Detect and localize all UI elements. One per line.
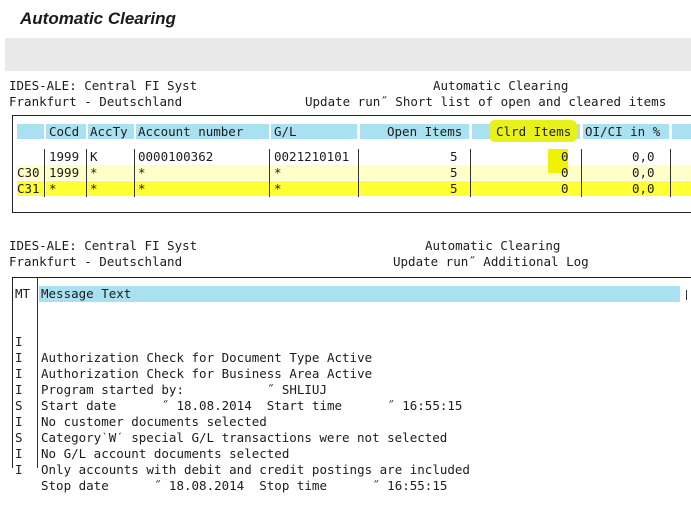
log-line: I CategoryˋWˊ special G/L transactions w…	[13, 398, 447, 445]
col-accty[interactable]: AccTy	[90, 124, 128, 140]
col-gl[interactable]: G/L	[274, 124, 297, 140]
header-mark-cell	[17, 124, 44, 139]
col-message-text[interactable]: Message Text	[41, 286, 131, 302]
log-line: S No G/L account documents selected	[13, 414, 289, 461]
row-3-pct: 0,0	[632, 181, 655, 196]
log-line: I Stop date ˝ 18.08.2014 Stop time ˝ 16:…	[13, 446, 447, 493]
sep	[86, 149, 87, 197]
row-1-accty: K	[90, 149, 98, 164]
log-line: I Authorization Check for Document Type …	[13, 318, 372, 365]
row-2-open: 5	[450, 165, 458, 180]
row-2-account: *	[138, 165, 146, 180]
col-clrd-items[interactable]: Clrd Items	[496, 124, 571, 140]
page-title: Automatic Clearing	[20, 9, 176, 28]
log-header-right-1: Automatic Clearing	[425, 238, 561, 253]
log-text: Stop date ˝ 18.08.2014 Stop time ˝ 16:55…	[41, 478, 448, 493]
message-text-header-bg	[39, 286, 680, 302]
col-account-number[interactable]: Account number	[138, 124, 243, 140]
header-extra-bg	[672, 124, 691, 139]
additional-log-table: MT Message Text I Authorization Check fo…	[12, 277, 691, 493]
row-3-clrd: 0	[561, 181, 569, 196]
row-2-cocd: 1999	[49, 165, 80, 180]
log-line: I Authorization Check for Business Area …	[13, 334, 372, 381]
log-line: I Only accounts with debit and credit po…	[13, 430, 470, 477]
log-line: I Start date ˝ 18.08.2014 Start time ˝ 1…	[13, 366, 462, 413]
report-header-right-2: Update run˝ Short list of open and clear…	[305, 94, 667, 109]
row-3-account: *	[138, 181, 146, 196]
log-header-left-1: IDES-ALE: Central FI Syst	[9, 238, 198, 253]
log-text: Program started by: ˝ SHLIUJ	[41, 382, 327, 397]
sep	[470, 149, 471, 197]
row-1-account: 0000100362	[138, 149, 214, 164]
next-column-edge	[686, 290, 691, 300]
log-text: CategoryˋWˊ special G/L transactions wer…	[41, 430, 448, 445]
row-2-mark: C30	[17, 165, 40, 180]
row-1-open: 5	[450, 149, 458, 164]
sep	[44, 149, 45, 197]
log-header-left-2: Frankfurt - Deutschland	[9, 254, 183, 269]
title-bar: Automatic Clearing	[0, 0, 691, 38]
row-3-open: 5	[450, 181, 458, 196]
log-header-right-2: Update run˝ Additional Log	[393, 254, 589, 269]
sep	[581, 149, 582, 197]
row-2-pct: 0,0	[632, 165, 655, 180]
col-open-items[interactable]: Open Items	[387, 124, 462, 140]
log-text: Only accounts with debit and credit post…	[41, 462, 470, 477]
sep	[670, 149, 671, 197]
row-2-clrd: 0	[561, 165, 569, 180]
row-3-cocd: *	[49, 181, 57, 196]
row-1-cocd: 1999	[49, 149, 80, 164]
log-text: Authorization Check for Document Type Ac…	[41, 350, 373, 365]
report-header-left-1: IDES-ALE: Central FI Syst	[9, 78, 198, 93]
row-2-gl: *	[274, 165, 282, 180]
row-2-accty: *	[90, 165, 98, 180]
report-header-left-2: Frankfurt - Deutschland	[9, 94, 183, 109]
log-text: No G/L account documents selected	[41, 446, 290, 461]
row-3-accty: *	[90, 181, 98, 196]
log-text: No customer documents selected	[41, 414, 267, 429]
sep	[358, 149, 359, 197]
log-line: I Program started by: ˝ SHLIUJ	[13, 350, 327, 397]
log-mt: I	[15, 462, 23, 477]
sep	[269, 149, 270, 197]
log-line: S No customer documents selected	[13, 382, 267, 429]
report-header-right-1: Automatic Clearing	[433, 78, 569, 93]
application-toolbar	[5, 38, 691, 71]
col-cocd[interactable]: CoCd	[49, 124, 79, 140]
log-text: Authorization Check for Business Area Ac…	[41, 366, 373, 381]
row-1-clrd: 0	[561, 149, 569, 164]
row-3-mark: C31	[17, 181, 40, 196]
col-mt[interactable]: MT	[15, 286, 30, 302]
row-1-pct: 0,0	[632, 149, 655, 164]
log-text: Start date ˝ 18.08.2014 Start time ˝ 16:…	[41, 398, 463, 413]
row-1-gl: 0021210101	[274, 149, 350, 164]
sep	[134, 149, 135, 197]
clearing-summary-table: CoCd AccTy Account number G/L Open Items…	[12, 115, 691, 213]
col-oi-ci-pct[interactable]: OI/CI in %	[585, 124, 660, 140]
row-3-gl: *	[274, 181, 282, 196]
